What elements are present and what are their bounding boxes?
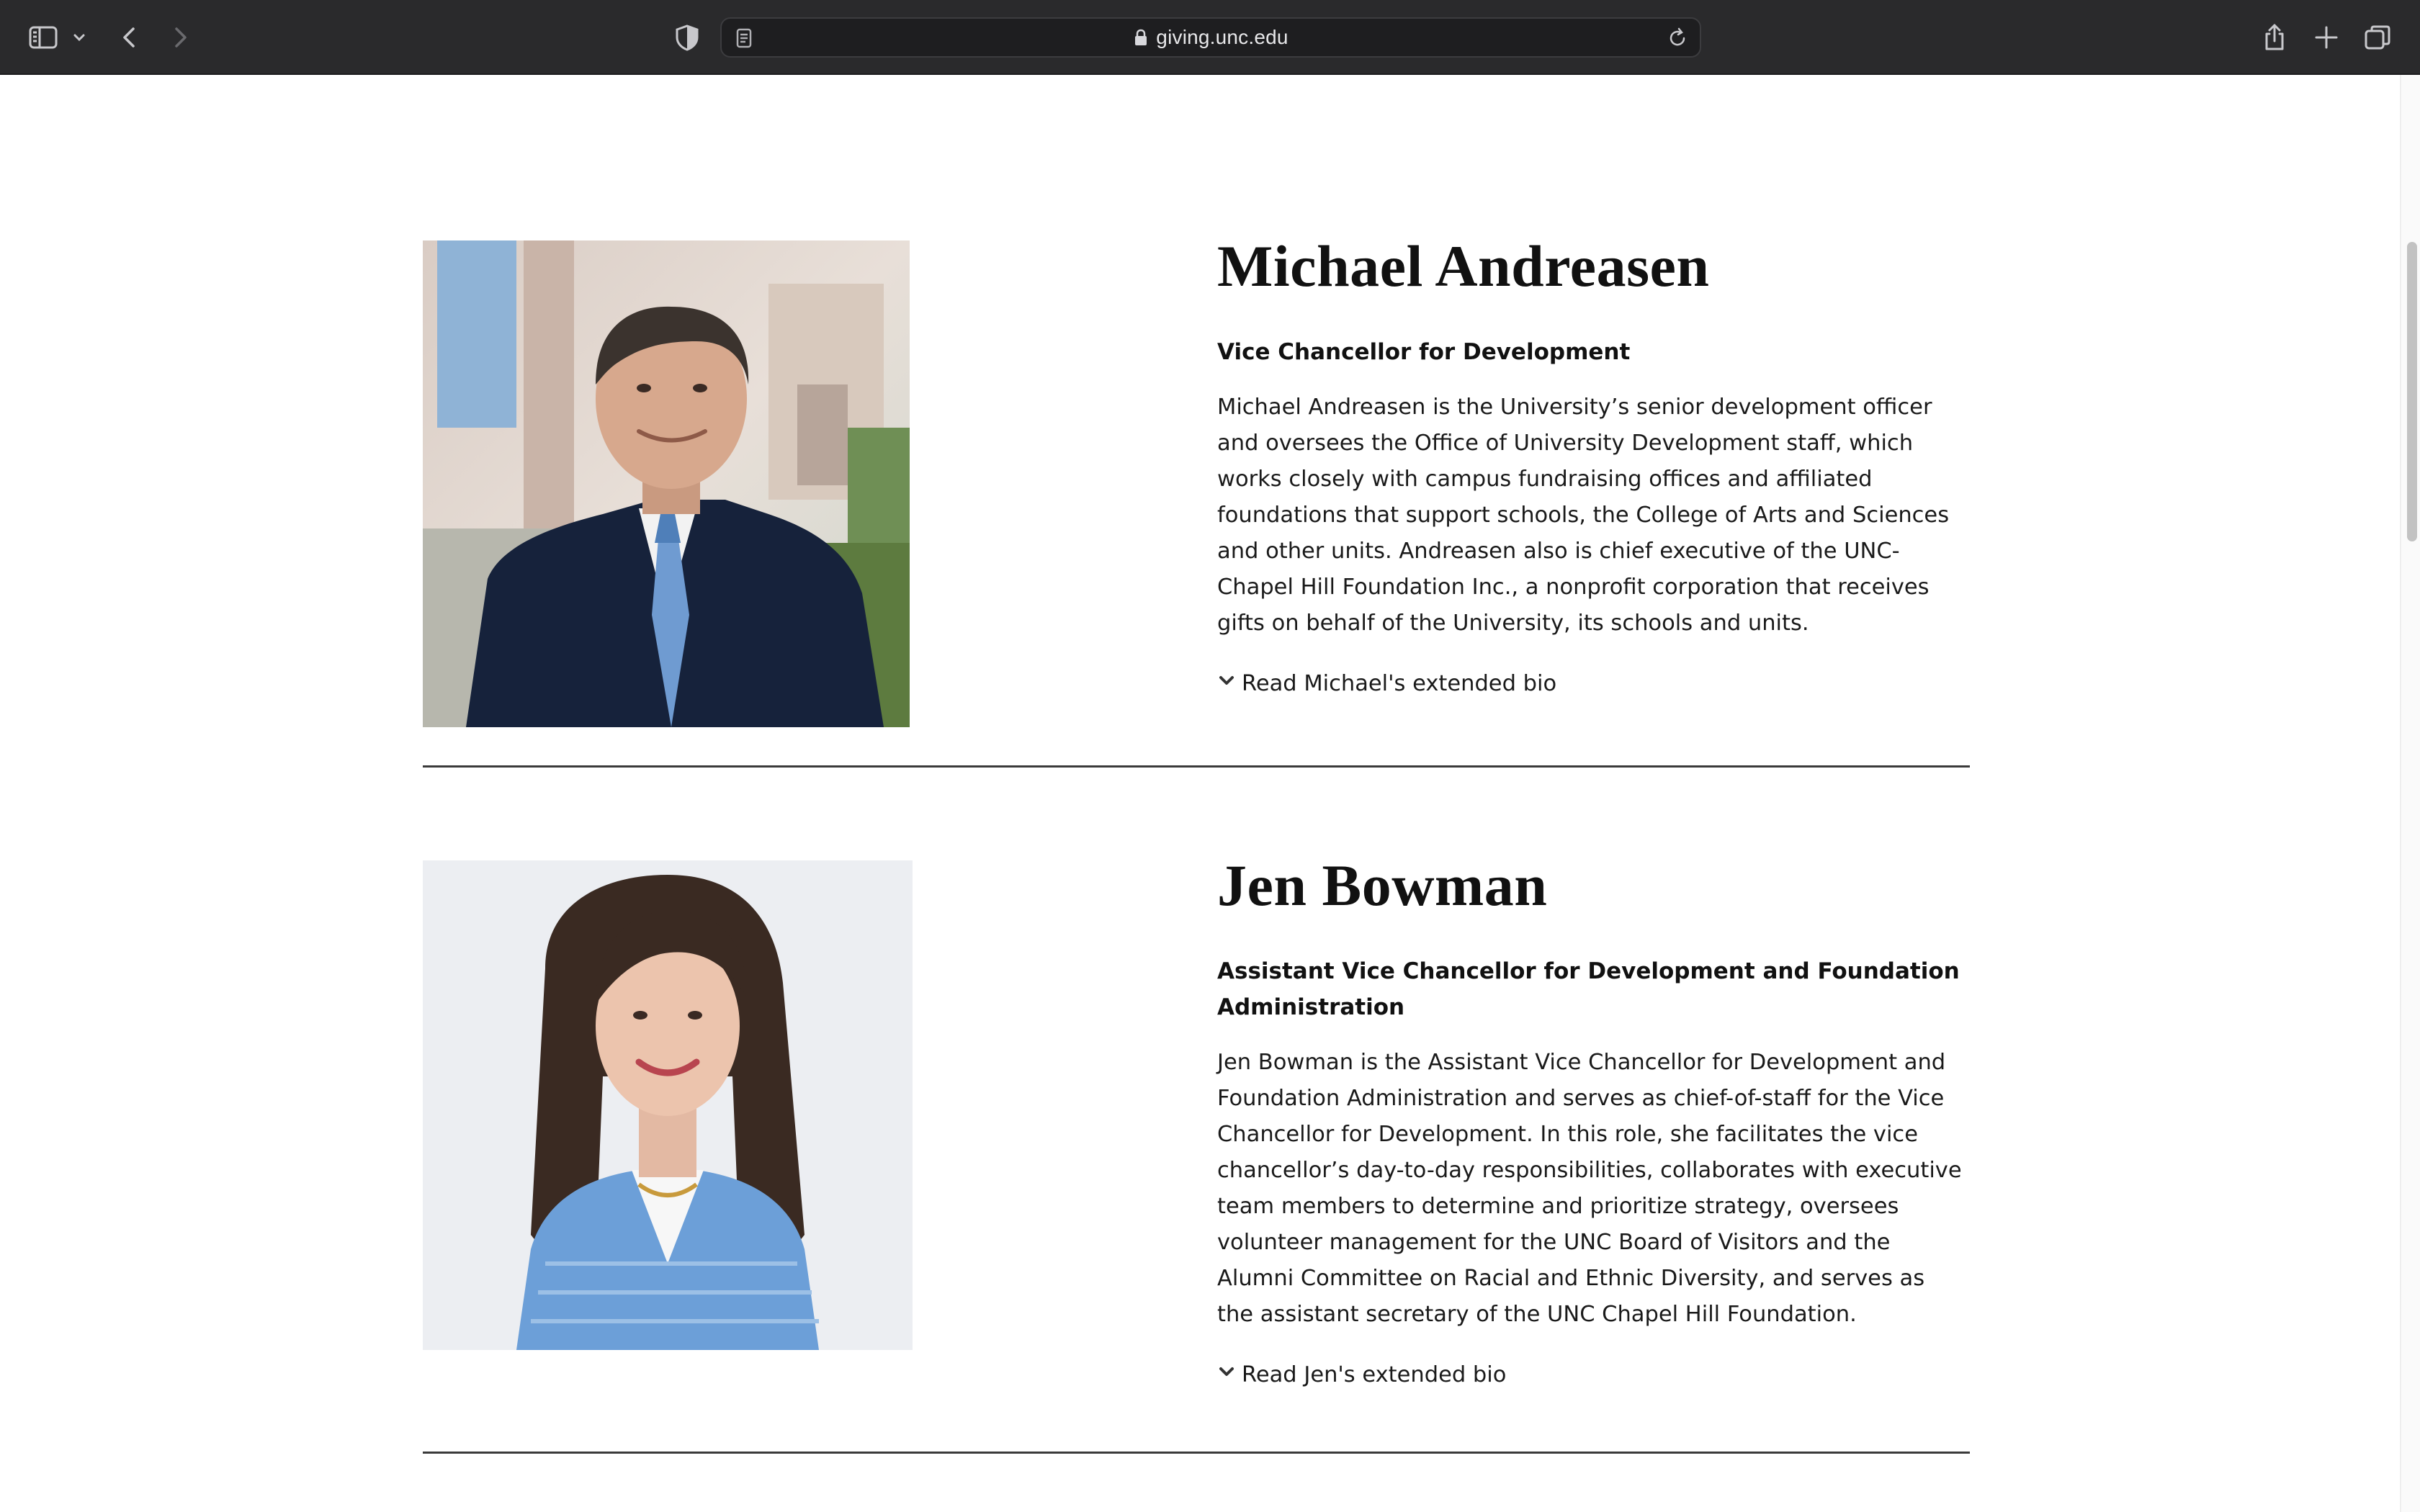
url-text[interactable]: giving.unc.edu: [1156, 26, 1288, 49]
sidebar-icon[interactable]: [27, 22, 59, 53]
chevron-down-icon: [1217, 1362, 1236, 1381]
section-divider: [423, 765, 1970, 768]
profile-info: Michael Andreasen Vice Chancellor for De…: [1217, 230, 1966, 702]
tab-overview-icon[interactable]: [2362, 22, 2394, 53]
back-icon[interactable]: [114, 22, 145, 53]
browser-toolbar: giving.unc.edu: [0, 0, 2420, 75]
profile-bio: Jen Bowman is the Assistant Vice Chancel…: [1217, 1050, 1962, 1327]
extended-bio-toggle[interactable]: Read Michael's extended bio: [1217, 666, 1966, 702]
privacy-shield-icon[interactable]: [671, 22, 703, 53]
profile-photo: [423, 860, 913, 1350]
chevron-down-icon[interactable]: [69, 22, 89, 53]
lock-icon: [1133, 28, 1149, 47]
forward-icon[interactable]: [164, 22, 196, 53]
profile-title: Assistant Vice Chancellor for Developmen…: [1217, 958, 1960, 1020]
extended-bio-toggle[interactable]: Read Jen's extended bio: [1217, 1357, 1966, 1393]
section-divider: [423, 1452, 1970, 1454]
extended-bio-link[interactable]: Read Jen's extended bio: [1242, 1357, 1506, 1393]
new-tab-icon[interactable]: [2311, 22, 2342, 53]
address-bar[interactable]: giving.unc.edu: [720, 17, 1701, 58]
profile-name: Michael Andreasen: [1217, 233, 1710, 299]
share-icon[interactable]: [2259, 22, 2290, 53]
chevron-down-icon: [1217, 671, 1236, 690]
extended-bio-link[interactable]: Read Michael's extended bio: [1242, 666, 1556, 702]
staff-profile: Jen Bowman Assistant Vice Chancellor for…: [423, 850, 1970, 1426]
profile-bio: Michael Andreasen is the University’s se…: [1217, 395, 1950, 636]
profile-info: Jen Bowman Assistant Vice Chancellor for…: [1217, 850, 1966, 1393]
reload-icon[interactable]: [1665, 26, 1690, 50]
profile-name: Jen Bowman: [1217, 852, 1548, 918]
staff-profile: Michael Andreasen Vice Chancellor for De…: [423, 230, 1970, 749]
scroll-thumb[interactable]: [2407, 242, 2417, 541]
page-scrollbar[interactable]: [2400, 75, 2420, 1512]
profile-photo: [423, 240, 910, 727]
profile-title: Vice Chancellor for Development: [1217, 339, 1631, 365]
